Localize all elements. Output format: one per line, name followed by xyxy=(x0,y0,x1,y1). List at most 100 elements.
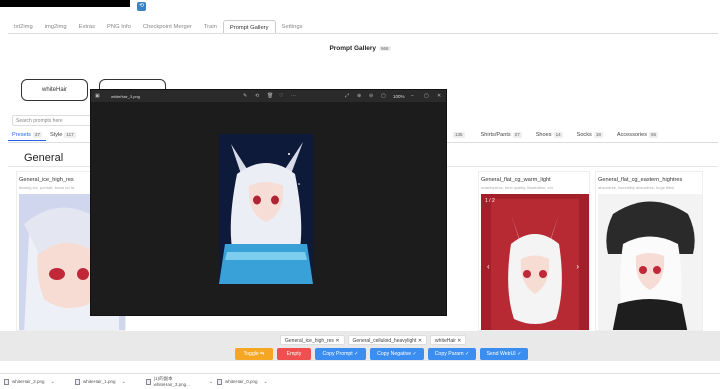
download-name: whiteHair_2.png xyxy=(12,379,45,384)
category-label: Shoes xyxy=(535,132,552,138)
copy-prompt-button[interactable]: Copy Prompt ✓ xyxy=(315,348,366,360)
favorite-icon[interactable]: ♡ xyxy=(279,93,283,99)
file-icon xyxy=(75,378,80,385)
gallery-title: Prompt Gallery 968 xyxy=(0,45,720,52)
edit-icon[interactable]: ✎ xyxy=(243,93,247,99)
prompt-card[interactable]: General_flat_cg_warm_light masterpiece, … xyxy=(478,171,590,331)
card-description: absurdres, incredibly absurdres, huge fi… xyxy=(598,185,675,190)
chip-remove-icon[interactable]: ✕ xyxy=(457,338,461,344)
category-count: 135 xyxy=(453,132,465,138)
maximize-icon[interactable]: ▢ xyxy=(424,93,429,99)
card-title: General_ice_high_res xyxy=(19,177,74,183)
close-icon[interactable]: ✕ xyxy=(437,93,441,99)
photos-app-icon: ▣ xyxy=(95,93,100,99)
viewer-filename: whiteHair_3.png xyxy=(111,94,140,99)
zoom-in-icon[interactable]: ⊕ xyxy=(357,93,361,99)
category-tab-style[interactable]: Style 117 xyxy=(46,130,80,141)
card-title: General_flat_cg_eastern_hightres xyxy=(598,177,683,183)
chevron-down-icon[interactable]: ⌄ xyxy=(264,379,268,385)
selected-prompt-button[interactable]: whiteHair xyxy=(21,79,88,101)
tab-extras[interactable]: Extras xyxy=(73,20,101,34)
category-count: 27 xyxy=(32,132,42,138)
app-icon[interactable]: ⟲ xyxy=(137,2,146,11)
file-icon xyxy=(4,378,9,385)
download-name: whiteHair_1.png xyxy=(83,379,116,384)
category-tab-presets[interactable]: Presets 27 xyxy=(8,130,46,141)
category-tab-accessories[interactable]: Accessories 56 xyxy=(613,130,662,141)
category-tab-socks[interactable]: Socks 18 xyxy=(573,130,607,141)
chip-remove-icon[interactable]: ✕ xyxy=(335,338,339,344)
category-tab-shoes[interactable]: Shoes 14 xyxy=(532,130,567,141)
gallery-count-badge: 968 xyxy=(379,46,391,51)
prev-image-arrow-icon[interactable]: ‹ xyxy=(487,262,490,271)
tab-txt2img[interactable]: txt2img xyxy=(8,20,39,34)
card-title: General_flat_cg_warm_light xyxy=(481,177,551,183)
more-options-icon[interactable]: ⋯ xyxy=(291,93,296,99)
category-tabs: Presets 27 Style 117 xyxy=(8,130,80,142)
category-label: Style xyxy=(49,132,63,138)
chip-label: General_ice_high_res xyxy=(285,338,334,344)
tab-png-info[interactable]: PNG Info xyxy=(101,20,137,34)
tab-checkpoint-merger[interactable]: Checkpoint Merger xyxy=(137,20,198,34)
file-icon xyxy=(217,378,222,385)
download-item[interactable]: whiteHair_2.png ⌄ xyxy=(4,378,71,385)
chip-remove-icon[interactable]: ✕ xyxy=(418,338,422,344)
delete-icon[interactable]: 🗑 xyxy=(267,93,273,99)
category-tab-shirts-pants[interactable]: Shirts/Pants 27 xyxy=(477,130,526,141)
category-label: Socks xyxy=(576,132,592,138)
tab-img2img[interactable]: img2img xyxy=(39,20,73,34)
selected-chip[interactable]: whiteHair ✕ xyxy=(430,335,467,345)
search-input[interactable]: Search prompts here xyxy=(12,115,92,126)
category-tab-hidden[interactable]: 135 xyxy=(447,130,469,141)
card-image xyxy=(481,194,589,330)
selected-chip[interactable]: General_celluloid_heavylight ✕ xyxy=(347,335,428,345)
action-buttons: Toggle ⇆ Empty 🗑 Copy Prompt ✓ Copy Nega… xyxy=(235,348,528,369)
top-bar xyxy=(0,0,130,7)
copy-negative-button[interactable]: Copy Negative ✓ xyxy=(370,348,424,360)
section-title: General xyxy=(24,152,64,164)
next-image-arrow-icon[interactable]: › xyxy=(576,262,579,271)
download-item[interactable]: (1)的副本 whiteHair_3.png... ⌄ xyxy=(146,376,213,387)
rotate-icon[interactable]: ⟲ xyxy=(255,93,259,99)
tab-prompt-gallery[interactable]: Prompt Gallery xyxy=(222,20,276,34)
tab-divider xyxy=(8,33,718,34)
copy-param-button[interactable]: Copy Param ✓ xyxy=(428,348,476,360)
chevron-down-icon[interactable]: ⌄ xyxy=(209,379,213,385)
category-count: 18 xyxy=(593,132,603,138)
fit-icon[interactable]: ▢ xyxy=(381,93,386,99)
viewer-image xyxy=(219,134,313,284)
prompt-card[interactable]: General_flat_cg_eastern_hightres absurdr… xyxy=(595,171,703,331)
tab-train[interactable]: Train xyxy=(198,20,223,34)
zoom-level: 100% xyxy=(393,94,405,99)
category-tabs-right: 135 Shirts/Pants 27 Shoes 14 Socks 18 Acces… xyxy=(447,130,662,142)
selected-prompt-label: whiteHair xyxy=(41,87,67,93)
main-tabs: txt2img img2img Extras PNG Info Checkpoi… xyxy=(8,20,308,34)
category-label: Presets xyxy=(12,132,31,138)
selected-chips: General_ice_high_res ✕ General_celluloid… xyxy=(280,335,467,345)
photo-viewer-window[interactable]: ▣ whiteHair_3.png ✎ ⟲ 🗑 ♡ ⋯ ⤢ ⊕ ⊖ ▢ 100%… xyxy=(90,89,447,316)
category-label: Accessories xyxy=(616,132,647,138)
download-name: (1)的副本 whiteHair_3.png... xyxy=(153,376,190,387)
fullscreen-icon[interactable]: ⤢ xyxy=(345,93,349,99)
card-pager: 1 / 2 xyxy=(485,198,495,204)
tab-settings[interactable]: Settings xyxy=(276,20,309,34)
category-count: 117 xyxy=(64,132,76,138)
card-description: masterpiece, best quality, illustration,… xyxy=(481,185,553,190)
download-item[interactable]: whiteHair_0.png ⌄ xyxy=(217,378,284,385)
minimize-icon[interactable]: – xyxy=(411,93,414,99)
download-name: whiteHair_0.png xyxy=(225,379,258,384)
toggle-button[interactable]: Toggle ⇆ xyxy=(235,348,273,360)
chip-label: whiteHair xyxy=(435,338,456,344)
zoom-out-icon[interactable]: ⊖ xyxy=(369,93,373,99)
card-image xyxy=(598,194,702,330)
chip-label: General_celluloid_heavylight xyxy=(352,338,417,344)
send-webui-button[interactable]: Send WebUI ✓ xyxy=(480,348,528,360)
download-item[interactable]: whiteHair_1.png ⌄ xyxy=(75,378,142,385)
empty-button[interactable]: Empty 🗑 xyxy=(277,348,311,369)
downloads-bar: whiteHair_2.png ⌄ whiteHair_1.png ⌄ (1)的副本… xyxy=(0,373,720,389)
selected-chip[interactable]: General_ice_high_res ✕ xyxy=(280,335,345,345)
chevron-down-icon[interactable]: ⌄ xyxy=(51,379,55,385)
category-label: Shirts/Pants xyxy=(480,132,511,138)
category-count: 56 xyxy=(649,132,659,138)
chevron-down-icon[interactable]: ⌄ xyxy=(122,379,126,385)
